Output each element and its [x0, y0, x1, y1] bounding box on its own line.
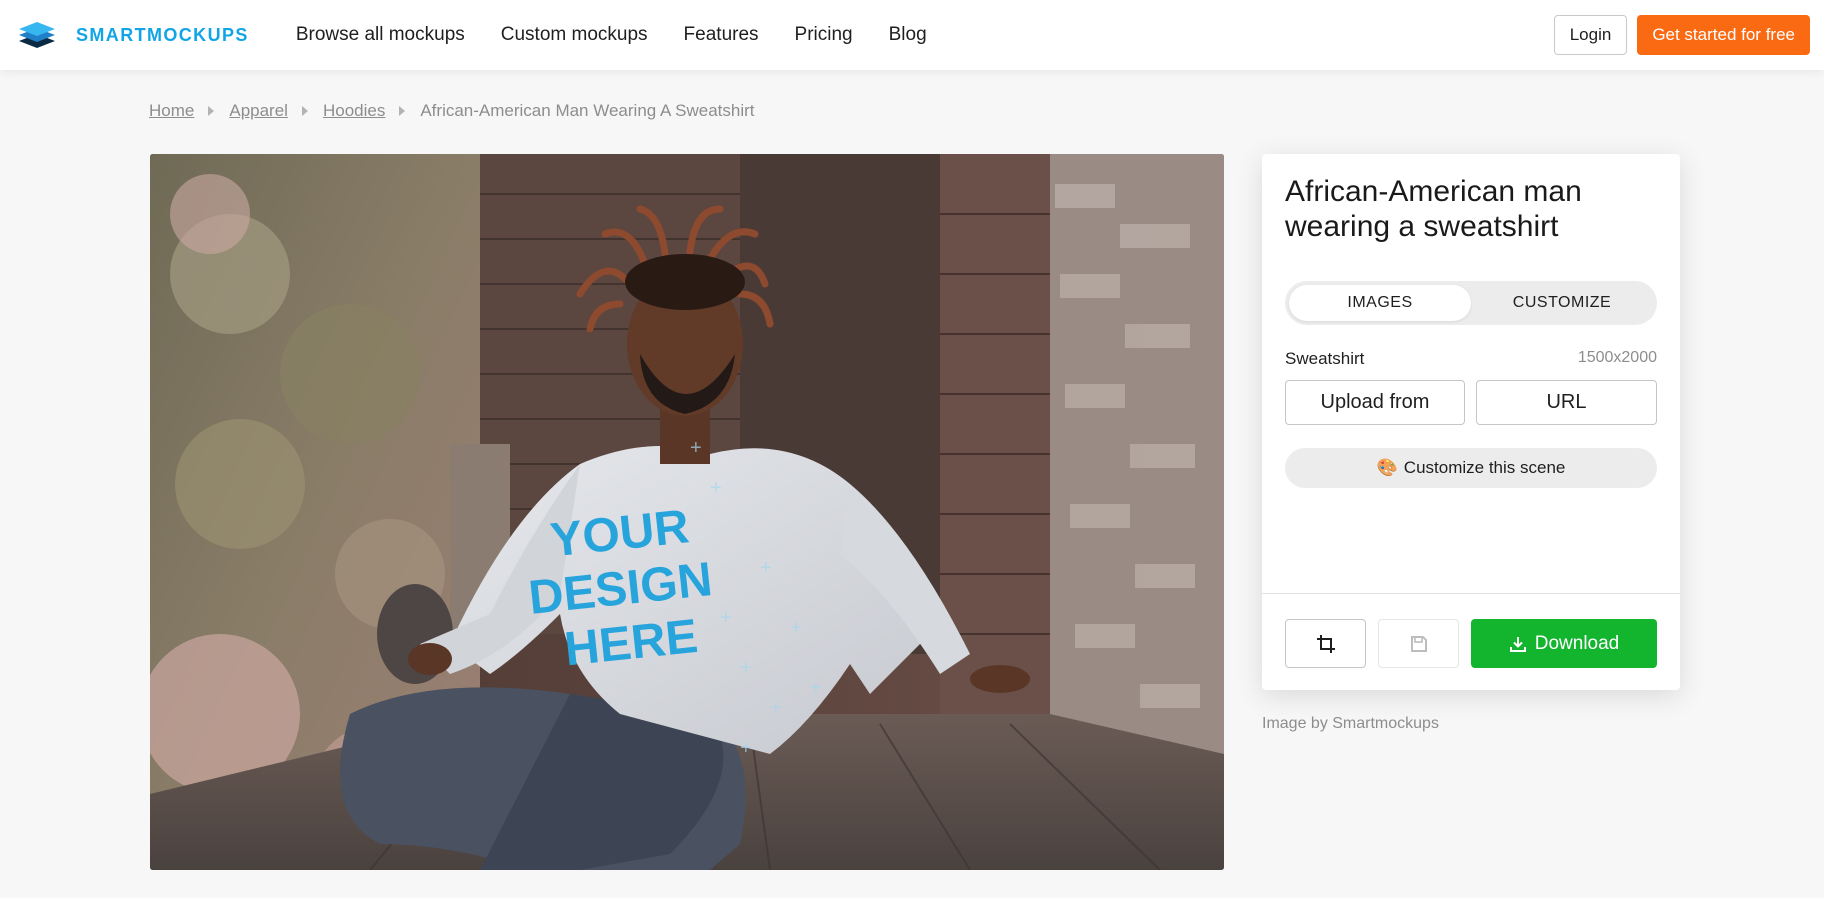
- upload-url-button[interactable]: URL: [1476, 380, 1657, 425]
- svg-text:+: +: [720, 607, 732, 629]
- download-label: Download: [1534, 632, 1620, 654]
- smartmockups-logo-icon: [19, 22, 55, 48]
- slot-label: Sweatshirt: [1285, 349, 1365, 368]
- breadcrumb-separator-icon: [301, 106, 308, 116]
- breadcrumb-apparel[interactable]: Apparel: [229, 101, 288, 121]
- mockup-photo: YOUR DESIGN HERE +++ +++ +++: [150, 154, 1224, 870]
- brand[interactable]: SMARTMOCKUPS: [18, 20, 249, 50]
- nav-custom-mockups[interactable]: Custom mockups: [501, 24, 648, 46]
- crop-icon: [1316, 634, 1335, 653]
- breadcrumb: Home Apparel Hoodies African-American Ma…: [149, 101, 755, 121]
- main-nav: Browse all mockups Custom mockups Featur…: [296, 24, 963, 46]
- get-started-button[interactable]: Get started for free: [1637, 15, 1810, 55]
- breadcrumb-separator-icon: [399, 106, 406, 116]
- login-button[interactable]: Login: [1553, 15, 1628, 55]
- image-credit: Image by Smartmockups: [1262, 715, 1439, 732]
- svg-text:+: +: [740, 737, 752, 759]
- breadcrumb-current: African-American Man Wearing A Sweatshir…: [420, 101, 755, 120]
- tab-images[interactable]: IMAGES: [1289, 285, 1471, 321]
- mockup-preview[interactable]: YOUR DESIGN HERE + + + + + + + + +: [150, 154, 1224, 870]
- nav-features[interactable]: Features: [684, 24, 759, 46]
- mockup-panel: African-American man wearing a sweatshir…: [1262, 154, 1680, 690]
- svg-text:+: +: [690, 437, 702, 459]
- svg-text:+: +: [810, 677, 822, 699]
- panel-tabs: IMAGES CUSTOMIZE: [1285, 281, 1657, 325]
- breadcrumb-hoodies[interactable]: Hoodies: [323, 101, 385, 121]
- save-icon: [1410, 635, 1427, 652]
- svg-text:+: +: [770, 697, 782, 719]
- svg-text:+: +: [760, 557, 772, 579]
- nav-browse-all-mockups[interactable]: Browse all mockups: [296, 24, 465, 46]
- panel-divider: [1262, 593, 1680, 594]
- palette-icon: 🎨: [1376, 458, 1398, 477]
- customize-scene-label: Customize this scene: [1403, 458, 1566, 477]
- brand-name: SMARTMOCKUPS: [76, 24, 249, 45]
- save-button[interactable]: [1378, 619, 1459, 668]
- slot-dimensions: 1500x2000: [1577, 349, 1657, 366]
- breadcrumb-separator-icon: [208, 106, 215, 116]
- tab-customize[interactable]: CUSTOMIZE: [1471, 285, 1653, 321]
- nav-pricing[interactable]: Pricing: [795, 24, 853, 46]
- mockup-title: African-American man wearing a sweatshir…: [1285, 175, 1582, 243]
- customize-scene-button[interactable]: 🎨 Customize this scene: [1285, 448, 1657, 488]
- svg-text:+: +: [710, 477, 722, 499]
- download-icon: [1509, 636, 1526, 652]
- breadcrumb-home[interactable]: Home: [149, 101, 194, 121]
- top-navigation-bar: SMARTMOCKUPS Browse all mockups Custom m…: [0, 0, 1824, 70]
- nav-blog[interactable]: Blog: [889, 24, 927, 46]
- crop-button[interactable]: [1285, 619, 1366, 668]
- upload-from-button[interactable]: Upload from: [1285, 380, 1465, 425]
- header-actions: Login Get started for free: [1553, 15, 1810, 55]
- svg-text:+: +: [740, 657, 752, 679]
- svg-text:+: +: [790, 617, 802, 639]
- download-button[interactable]: Download: [1471, 619, 1657, 668]
